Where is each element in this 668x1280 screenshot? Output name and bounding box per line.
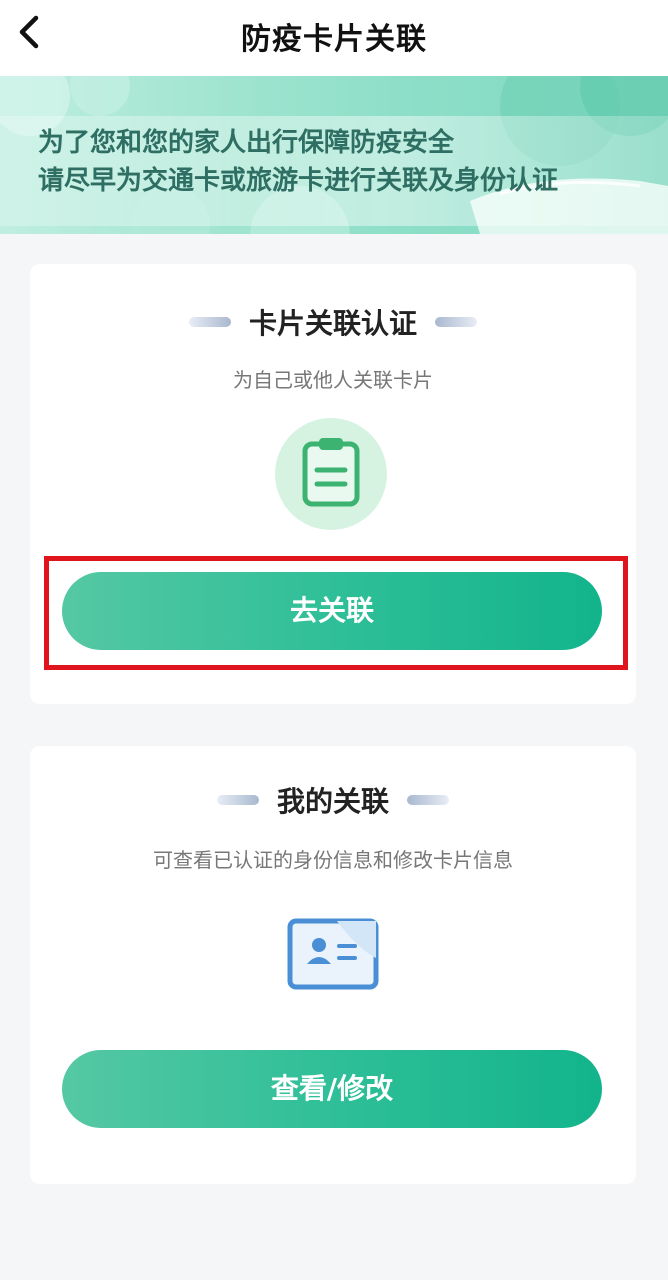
card-title-row: 卡片关联认证: [30, 302, 636, 342]
card-title: 我的关联: [276, 785, 389, 818]
go-link-button[interactable]: 去关联: [62, 572, 602, 650]
card-title: 卡片关联认证: [248, 307, 417, 340]
title-decoration-left: [188, 317, 231, 327]
title-decoration-left: [216, 795, 259, 805]
card-title-row: 我的关联: [30, 780, 636, 820]
clipboard-icon: [275, 418, 387, 534]
banner-line-1: 为了您和您的家人出行保障防疫安全: [38, 128, 455, 158]
top-nav-bar: 防疫卡片关联: [0, 0, 668, 76]
title-decoration-right: [435, 317, 477, 327]
title-decoration-right: [407, 795, 449, 805]
page-title: 防疫卡片关联: [241, 22, 427, 57]
card-link-section: 卡片关联认证 为自己或他人关联卡片 去关联: [30, 264, 636, 704]
card-subtitle: 为自己或他人关联卡片: [233, 368, 433, 392]
banner-line-2: 请尽早为交通卡或旅游卡进行关联及身份认证: [38, 166, 559, 196]
card-mine-section: 我的关联 可查看已认证的身份信息和修改卡片信息 查看/修改: [30, 746, 636, 1184]
banner-text: 为了您和您的家人出行保障防疫安全 请尽早为交通卡或旅游卡进行关联及身份认证: [38, 124, 558, 200]
id-card-icon: [287, 918, 379, 994]
info-banner: 为了您和您的家人出行保障防疫安全 请尽早为交通卡或旅游卡进行关联及身份认证: [0, 76, 668, 234]
card-subtitle: 可查看已认证的身份信息和修改卡片信息: [153, 848, 513, 872]
view-edit-button[interactable]: 查看/修改: [62, 1050, 602, 1128]
